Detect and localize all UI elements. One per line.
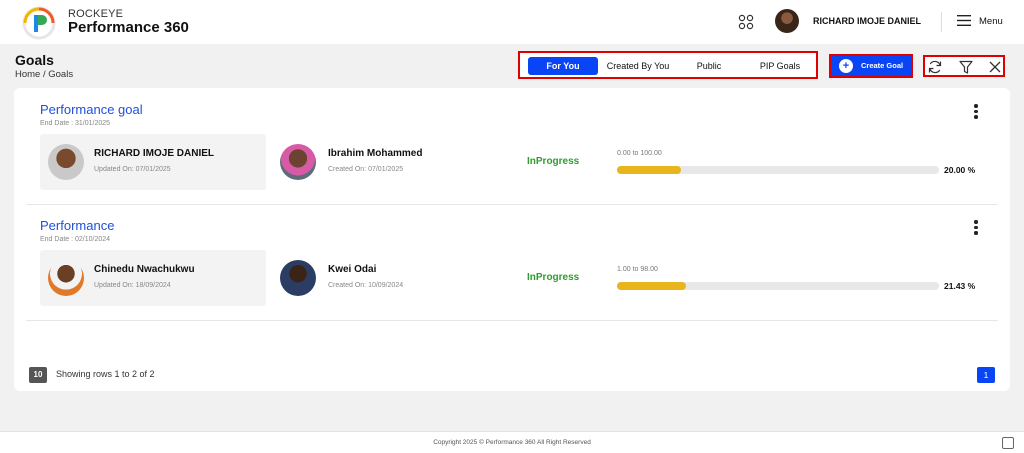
more-options-icon[interactable] xyxy=(972,104,980,120)
breadcrumb[interactable]: Home / Goals xyxy=(15,69,73,80)
footer: Copyright 2025 © Performance 360 All Rig… xyxy=(0,431,1024,453)
page-number-button[interactable]: 1 xyxy=(977,367,995,383)
apps-grid-icon[interactable] xyxy=(738,14,754,30)
tab-created-by-you[interactable]: Created By You xyxy=(600,57,676,75)
rockeye-logo[interactable] xyxy=(22,6,56,40)
creator-created-on: Created On: 07/01/2025 xyxy=(328,166,404,173)
creator-name: Ibrahim Mohammed xyxy=(328,148,423,159)
top-bar: ROCKEYE Performance 360 RICHARD IMOJE DA… xyxy=(0,0,1024,44)
progress-bar xyxy=(617,282,939,290)
creator-avatar xyxy=(280,260,316,296)
goal-actions-toolbar xyxy=(923,55,1005,77)
progress-range: 1.00 to 98.00 xyxy=(617,266,658,273)
progress-bar-fill xyxy=(617,166,682,174)
user-avatar[interactable] xyxy=(775,9,799,33)
goal-title[interactable]: Performance goal xyxy=(40,102,143,117)
fullscreen-icon[interactable] xyxy=(1002,437,1014,449)
status-badge: InProgress xyxy=(527,272,580,283)
copyright-text: Copyright 2025 © Performance 360 All Rig… xyxy=(433,439,591,446)
progress-percent: 21.43 % xyxy=(944,281,976,291)
goal-owner-card: RICHARD IMOJE DANIEL Updated On: 07/01/2… xyxy=(40,134,266,190)
progress-bar-fill xyxy=(617,282,686,290)
tab-for-you[interactable]: For You xyxy=(528,57,598,75)
more-options-icon[interactable] xyxy=(972,220,980,236)
goal-filter-tabs: For You Created By You Public PIP Goals xyxy=(518,51,818,79)
owner-name: Chinedu Nwachukwu xyxy=(94,264,195,275)
progress-percent: 20.00 % xyxy=(944,165,976,175)
status-badge: InProgress xyxy=(527,156,580,167)
page-size-selector[interactable]: 10 xyxy=(29,367,47,383)
owner-avatar xyxy=(48,260,84,296)
goals-list-card: Performance goal End Date : 31/01/2025 R… xyxy=(14,88,1010,391)
plus-icon: + xyxy=(839,59,853,73)
goal-end-date: End Date : 02/10/2024 xyxy=(40,236,111,243)
owner-updated-on: Updated On: 18/09/2024 xyxy=(94,282,171,289)
progress-range: 0.00 to 100.00 xyxy=(617,150,662,157)
hamburger-menu-icon[interactable] xyxy=(957,15,971,26)
creator-created-on: Created On: 10/09/2024 xyxy=(328,282,404,289)
create-goal-label: Create Goal xyxy=(861,61,904,70)
owner-avatar xyxy=(48,144,84,180)
goal-end-date: End Date : 31/01/2025 xyxy=(40,120,111,127)
creator-name: Kwei Odai xyxy=(328,264,377,275)
refresh-icon[interactable] xyxy=(927,59,943,75)
tab-public[interactable]: Public xyxy=(680,57,738,75)
filter-icon[interactable] xyxy=(958,59,974,75)
user-name[interactable]: RICHARD IMOJE DANIEL xyxy=(813,16,921,26)
header-divider xyxy=(941,12,942,32)
menu-label[interactable]: Menu xyxy=(979,16,1003,27)
creator-avatar xyxy=(280,144,316,180)
page-title: Goals xyxy=(15,52,54,68)
tab-pip-goals[interactable]: PIP Goals xyxy=(746,57,814,75)
row-divider xyxy=(26,320,998,321)
create-goal-button[interactable]: + Create Goal xyxy=(829,54,913,78)
rows-summary: Showing rows 1 to 2 of 2 xyxy=(56,369,155,379)
goal-owner-card: Chinedu Nwachukwu Updated On: 18/09/2024 xyxy=(40,250,266,306)
brand-name: Performance 360 xyxy=(68,19,189,36)
close-icon[interactable] xyxy=(987,59,1003,75)
row-divider xyxy=(26,204,998,205)
progress-bar xyxy=(617,166,939,174)
goal-title[interactable]: Performance xyxy=(40,218,114,233)
owner-name: RICHARD IMOJE DANIEL xyxy=(94,148,215,159)
owner-updated-on: Updated On: 07/01/2025 xyxy=(94,166,171,173)
